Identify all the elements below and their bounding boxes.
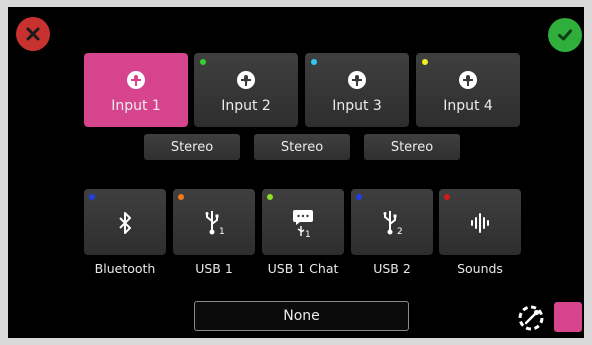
input-4-label: Input 4 (443, 98, 493, 114)
usb-1-button[interactable]: 1 (173, 189, 255, 255)
usb-1-chat-button[interactable]: 1 (262, 189, 344, 255)
input-2-button[interactable]: Input 2 (194, 53, 298, 127)
stereo-link-2-3-button[interactable]: Stereo (254, 134, 350, 160)
usb-1-label: USB 1 (195, 261, 233, 276)
mixer-screen: Input 1 Input 2 Input 3 Input 4 Stereo S… (8, 7, 584, 338)
svg-text:2: 2 (397, 227, 403, 237)
usb-2-label: USB 2 (373, 261, 411, 276)
svg-text:1: 1 (305, 230, 311, 238)
close-icon (26, 27, 40, 41)
stereo-link-1-2-button[interactable]: Stereo (144, 134, 240, 160)
input-1-label: Input 1 (111, 98, 161, 114)
sounds-button[interactable] (439, 189, 521, 255)
selection-field[interactable]: None (194, 301, 409, 331)
input-mic-icon (127, 71, 145, 89)
usb-1-chat-color-dot (267, 194, 273, 200)
input-mic-icon (237, 71, 255, 89)
input-3-color-dot (311, 59, 317, 65)
color-swatch-button[interactable] (554, 302, 582, 332)
usb-1-icon: 1 (205, 211, 225, 237)
bluetooth-button[interactable] (84, 189, 166, 255)
usb-2-color-dot (356, 194, 362, 200)
usb-1-chat-icon: 1 (293, 210, 313, 238)
sounds-label: Sounds (457, 261, 503, 276)
usb-2-button[interactable]: 2 (351, 189, 433, 255)
input-4-button[interactable]: Input 4 (416, 53, 520, 127)
cancel-button[interactable] (16, 17, 50, 51)
confirm-button[interactable] (548, 18, 582, 52)
check-icon (558, 29, 572, 41)
input-3-label: Input 3 (332, 98, 382, 114)
svg-text:1: 1 (219, 227, 225, 237)
input-2-color-dot (200, 59, 206, 65)
input-mic-icon (459, 71, 477, 89)
bluetooth-color-dot (89, 194, 95, 200)
input-mic-icon (348, 71, 366, 89)
gear-eyedropper-icon[interactable] (516, 303, 546, 333)
bluetooth-label: Bluetooth (94, 261, 156, 276)
bluetooth-icon (119, 212, 131, 234)
waveform-icon (471, 213, 489, 233)
usb-1-chat-label: USB 1 Chat (267, 261, 339, 276)
input-4-color-dot (422, 59, 428, 65)
usb-1-color-dot (178, 194, 184, 200)
sounds-color-dot (444, 194, 450, 200)
input-1-button[interactable]: Input 1 (84, 53, 188, 127)
input-2-label: Input 2 (221, 98, 271, 114)
usb-2-icon: 2 (383, 211, 403, 237)
input-3-button[interactable]: Input 3 (305, 53, 409, 127)
stereo-link-3-4-button[interactable]: Stereo (364, 134, 460, 160)
